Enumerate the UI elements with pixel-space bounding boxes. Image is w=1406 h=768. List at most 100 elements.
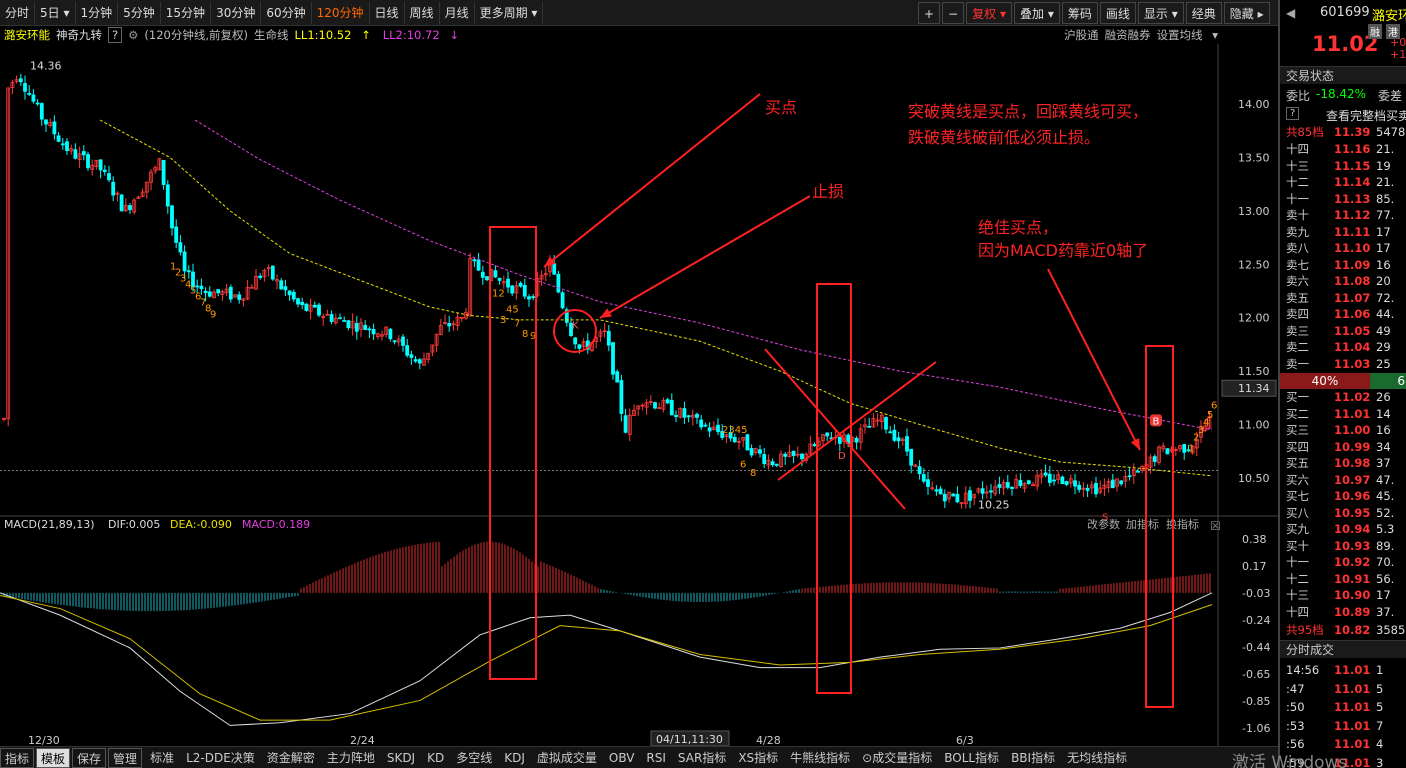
zoom-in-button[interactable]: + <box>918 2 941 24</box>
ask-row[interactable]: 十三 11.15 19 <box>1280 158 1406 175</box>
tab-day[interactable]: 日线 <box>370 1 405 24</box>
ask-row[interactable]: 卖六 11.08 20 <box>1280 273 1406 290</box>
indicator-tab[interactable]: SKDJ <box>381 748 421 768</box>
candle-body <box>1077 484 1082 490</box>
tick-time: :53 <box>1286 718 1305 733</box>
ask-row[interactable]: 卖二 11.04 29 <box>1280 339 1406 356</box>
ask-row[interactable]: 卖一 11.03 25 <box>1280 356 1406 373</box>
tab-5min[interactable]: 5分钟 <box>118 1 161 24</box>
indicator-tab[interactable]: SAR指标 <box>672 748 732 768</box>
indicator-tab[interactable]: 管理 <box>108 747 143 768</box>
indicator-tab[interactable]: 主力阵地 <box>321 748 381 768</box>
candle-body <box>392 340 397 343</box>
bid-row[interactable]: 买二 11.01 14 <box>1280 406 1406 423</box>
price-tick: 14.00 <box>1238 98 1270 111</box>
candle-body <box>926 479 930 487</box>
ask-row[interactable]: 卖八 11.10 17 <box>1280 240 1406 257</box>
bid-row[interactable]: 买六 10.97 47. <box>1280 472 1406 489</box>
indicator-tab[interactable]: BBI指标 <box>1005 748 1061 768</box>
indicator-tab[interactable]: 指标 <box>0 747 35 768</box>
ask-row[interactable]: 十四 11.16 21. <box>1280 141 1406 158</box>
bid-row[interactable]: 买一 11.02 26 <box>1280 389 1406 406</box>
indicator-tab[interactable]: XS指标 <box>732 748 784 768</box>
bid-row[interactable]: 买四 10.99 34 <box>1280 439 1406 456</box>
indicator-tab[interactable]: KD <box>421 748 450 768</box>
ask-price: 11.14 <box>1334 175 1371 190</box>
display-button[interactable]: 显示 ▾ <box>1137 2 1184 24</box>
overlay-button[interactable]: 叠加 ▾ <box>1013 2 1060 24</box>
kline-chart[interactable]: 14.00 13.50 13.00 12.50 12.00 11.50 11.00 10.50… <box>0 44 1278 746</box>
candle-body <box>1136 470 1140 473</box>
bid-row[interactable]: 十四 10.89 37. <box>1280 604 1406 621</box>
ask-row[interactable]: 卖五 11.07 72. <box>1280 290 1406 307</box>
tab-30min[interactable]: 30分钟 <box>211 1 262 24</box>
indicator-tab[interactable]: 标准 <box>144 748 180 768</box>
ask-row[interactable]: 卖三 11.05 49 <box>1280 323 1406 340</box>
bid-row[interactable]: 买十 10.93 89. <box>1280 538 1406 555</box>
tab-60min[interactable]: 60分钟 <box>261 1 312 24</box>
indicator-tab[interactable]: 无均线指标 <box>1061 748 1133 768</box>
bid-row[interactable]: 买五 10.98 37 <box>1280 455 1406 472</box>
indicator-tab[interactable]: 牛熊线指标 <box>784 748 856 768</box>
link-ma-settings[interactable]: 设置均线 ▾ <box>1157 27 1218 43</box>
indicator-tab[interactable]: L2-DDE决策 <box>180 748 261 768</box>
annotation-stop-loss: 止损 <box>812 182 845 201</box>
bid-row[interactable]: 十一 10.92 70. <box>1280 554 1406 571</box>
indicator-tab[interactable]: 保存 <box>72 747 107 768</box>
adjust-button[interactable]: 复权 ▾ <box>966 2 1012 24</box>
indicator-tab[interactable]: KDJ <box>498 748 531 768</box>
classic-button[interactable]: 经典 <box>1185 2 1222 24</box>
weibi-label: 委比 <box>1286 89 1311 103</box>
draw-button[interactable]: 画线 <box>1099 2 1136 24</box>
bid-row[interactable]: 买七 10.96 45. <box>1280 488 1406 505</box>
ask-row[interactable]: 卖十 11.12 77. <box>1280 207 1406 224</box>
indicator-tab[interactable]: 资金解密 <box>261 748 321 768</box>
ask-row[interactable]: 卖七 11.09 16 <box>1280 257 1406 274</box>
indicator-name[interactable]: 神奇九转 <box>56 27 102 43</box>
tab-month[interactable]: 月线 <box>440 1 475 24</box>
bid-row[interactable]: 十二 10.91 56. <box>1280 571 1406 588</box>
bid-row[interactable]: 买八 10.95 52. <box>1280 505 1406 522</box>
low-price-label: 10.25 <box>978 499 1010 512</box>
link-margin[interactable]: 融资融券 <box>1105 27 1151 43</box>
ask-row[interactable]: 卖四 11.06 44. <box>1280 306 1406 323</box>
bid-row[interactable]: 买九 10.94 5.3 <box>1280 521 1406 538</box>
bid-level: 买二 <box>1286 406 1309 421</box>
zoom-out-button[interactable]: − <box>942 2 965 24</box>
bid-row[interactable]: 买三 11.00 16 <box>1280 422 1406 439</box>
candle-body <box>1119 480 1124 485</box>
indicator-tab[interactable]: 模板 <box>36 747 71 768</box>
chips-button[interactable]: 筹码 <box>1061 2 1098 24</box>
gear-icon[interactable]: ⚙ <box>128 28 138 42</box>
bid-row[interactable]: 十三 10.90 17 <box>1280 587 1406 604</box>
indicator-tab[interactable]: 多空线 <box>450 748 498 768</box>
help-icon[interactable]: ? <box>1286 107 1300 120</box>
indicator-tab[interactable]: ⊙成交量指标 <box>856 748 938 768</box>
tab-1min[interactable]: 1分钟 <box>76 1 119 24</box>
tab-more-periods[interactable]: 更多周期 ▾ <box>475 1 544 24</box>
bid-volume: 37 <box>1376 456 1391 471</box>
tab-week[interactable]: 周线 <box>405 1 440 24</box>
candle-body <box>367 328 372 331</box>
tab-timeshare[interactable]: 分时 <box>0 1 36 24</box>
indicator-tab[interactable]: BOLL指标 <box>938 748 1005 768</box>
link-hk[interactable]: 沪股通 <box>1064 27 1099 43</box>
help-icon[interactable]: ? <box>108 27 123 43</box>
td-count-mark: 9 <box>210 310 216 321</box>
ask-row[interactable]: 卖九 11.11 17 <box>1280 224 1406 241</box>
candle-body <box>1018 480 1023 487</box>
tab-15min[interactable]: 15分钟 <box>161 1 212 24</box>
ask-row[interactable]: 十一 11.13 85. <box>1280 191 1406 208</box>
indicator-tab[interactable]: 虚拟成交量 <box>531 748 603 768</box>
ask-row[interactable]: 十二 11.14 21. <box>1280 174 1406 191</box>
tab-120min[interactable]: 120分钟 <box>312 1 370 24</box>
indicator-tab[interactable]: RSI <box>640 748 672 768</box>
tab-5day[interactable]: 5日 ▾ <box>35 1 76 24</box>
td-count-mark: 6 <box>1211 401 1217 412</box>
view-full-book-link[interactable]: 查看完整档买卖 <box>1326 107 1406 124</box>
prev-arrow-icon[interactable]: ◀ <box>1286 6 1295 20</box>
indicator-tab[interactable]: OBV <box>603 748 641 768</box>
candle-body <box>573 337 578 345</box>
ask-level: 卖六 <box>1286 274 1309 289</box>
hide-button[interactable]: 隐藏 ▸ <box>1223 2 1270 24</box>
